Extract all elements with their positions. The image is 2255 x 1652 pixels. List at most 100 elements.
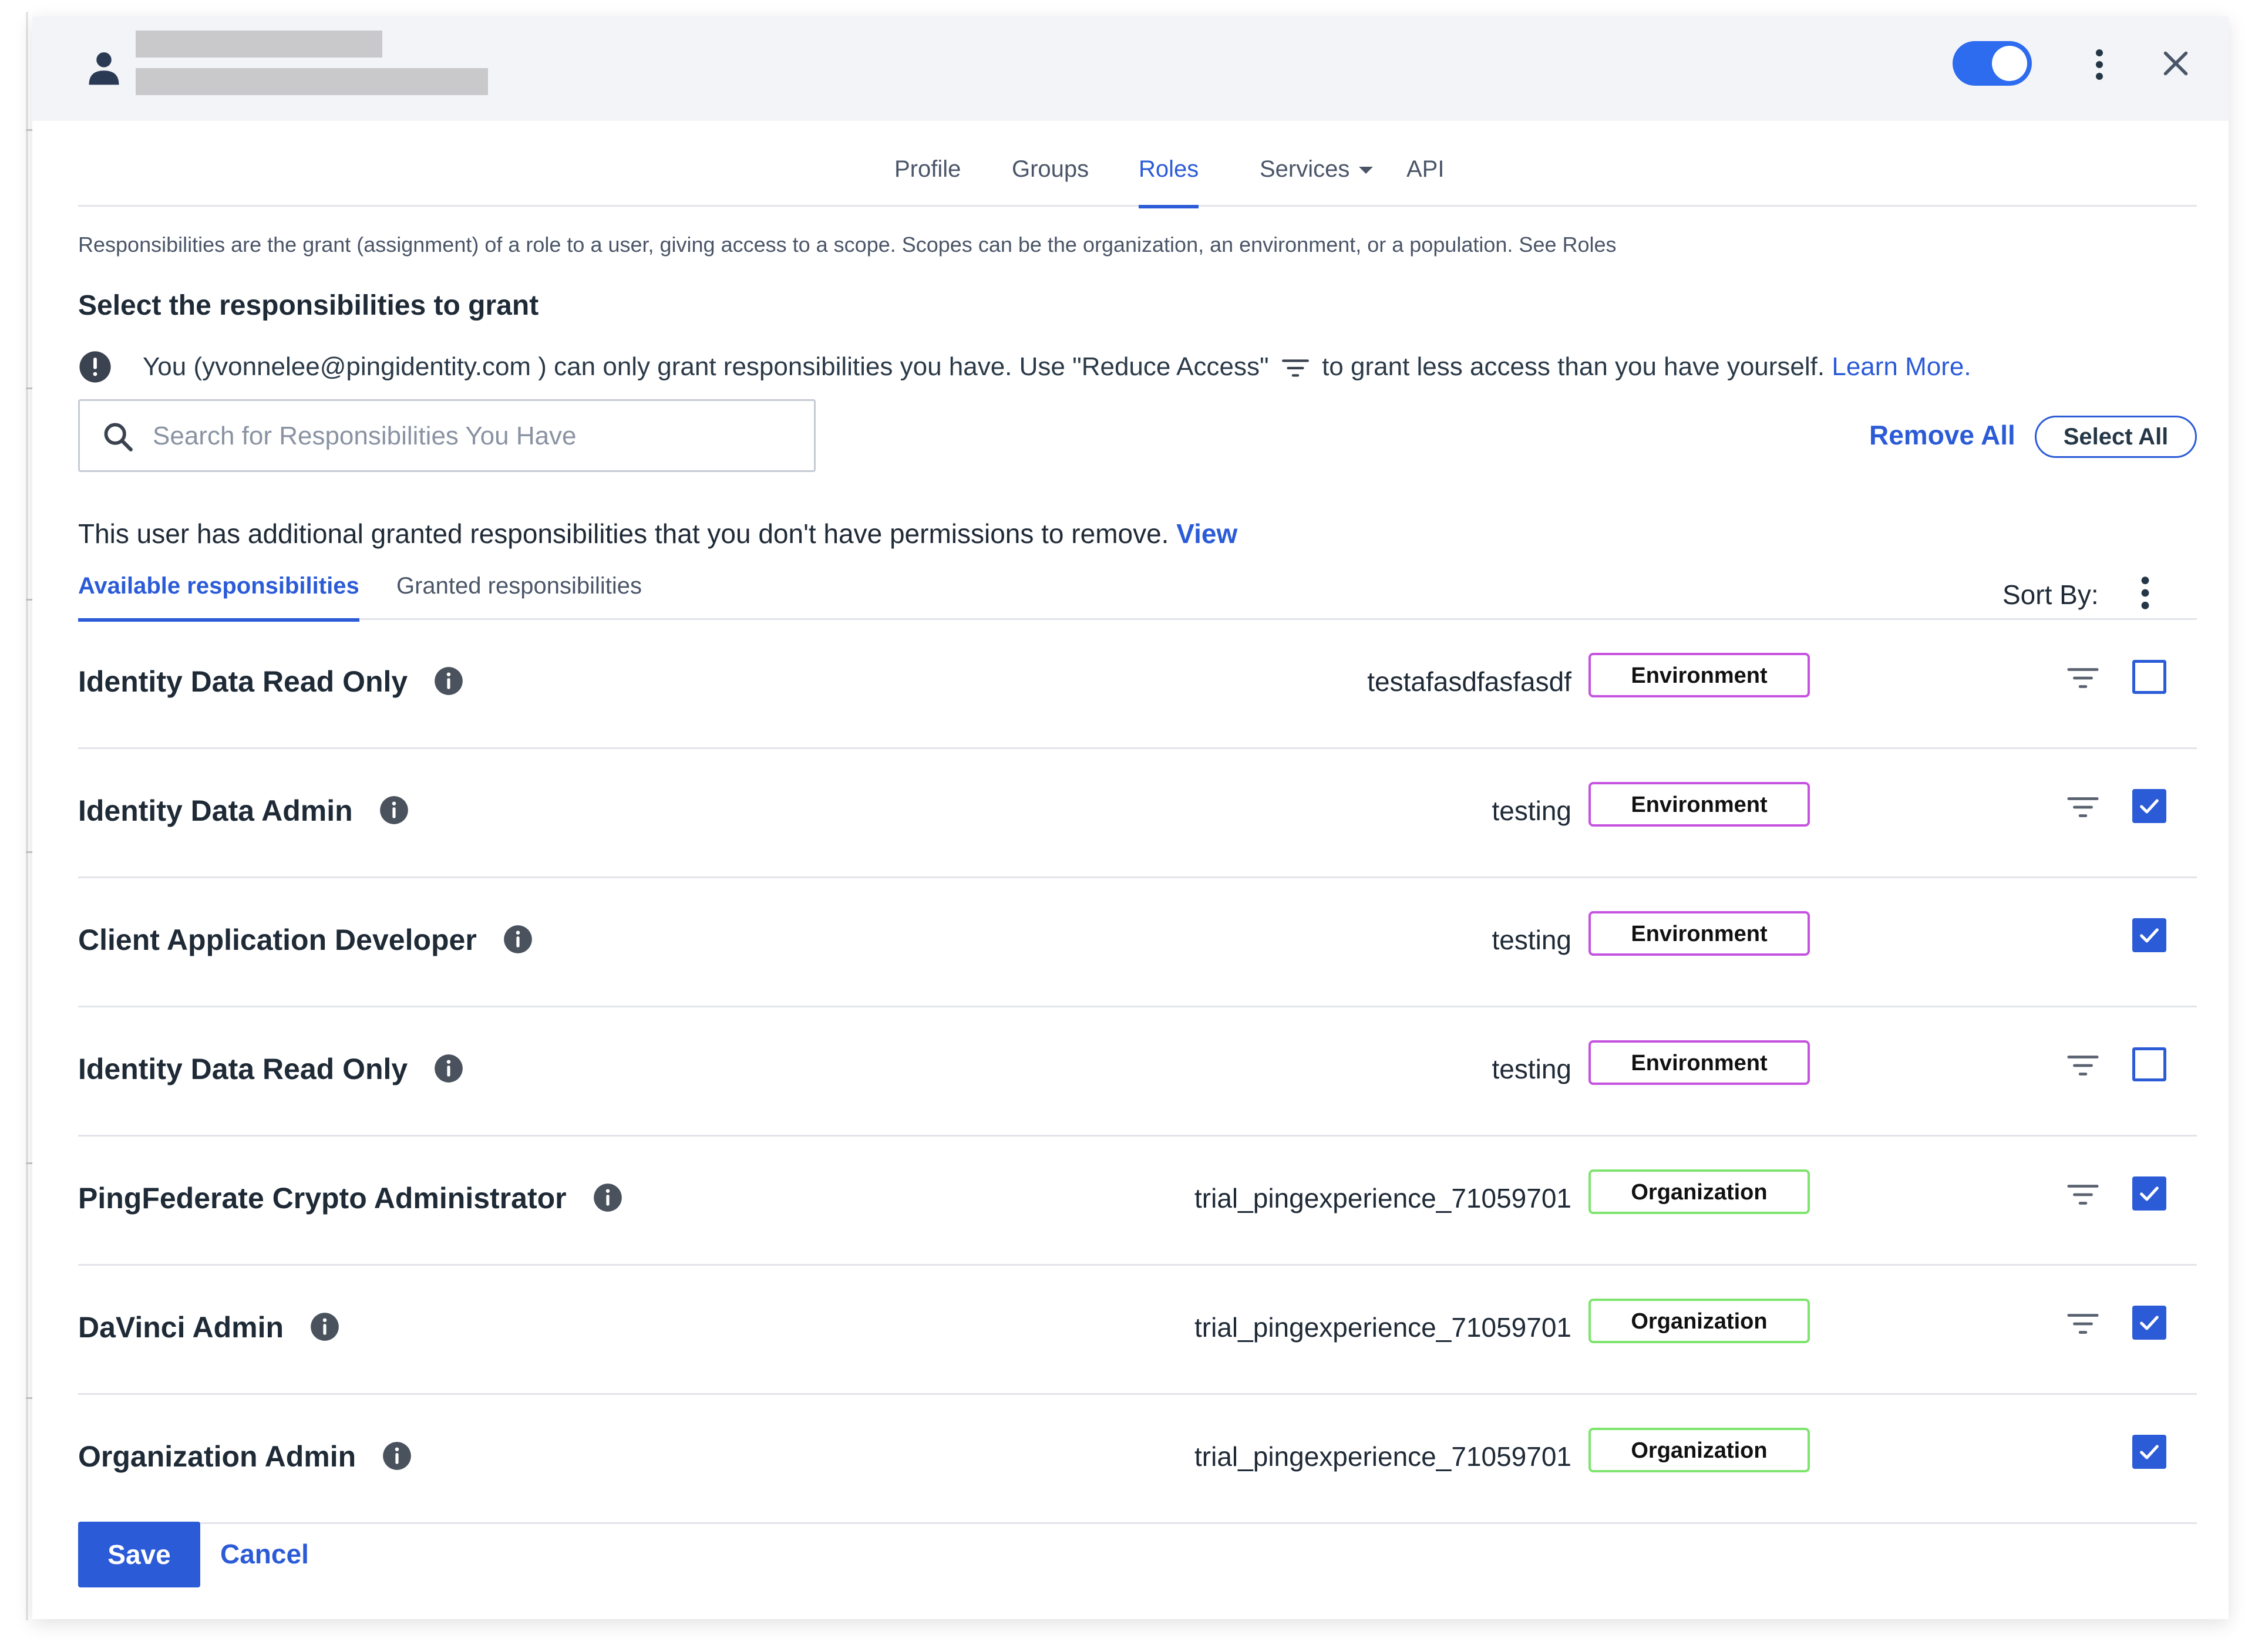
select-all-button[interactable]: Select All (2035, 416, 2197, 458)
responsibility-row: Identity Data Admin testing Environment (78, 749, 2197, 878)
chevron-down-icon (1359, 167, 1374, 174)
scope-name: testing (1492, 1054, 1571, 1084)
info-icon[interactable] (382, 1441, 412, 1471)
reduce-access-filter-icon[interactable] (2066, 1052, 2100, 1079)
scope-type-badge: Environment (1588, 1040, 1810, 1085)
scope-type-badge: Organization (1588, 1169, 1810, 1214)
checkmark-icon (2140, 1186, 2159, 1201)
roles-description: Responsibilities are the grant (assignme… (78, 232, 1617, 257)
redacted-user-email (136, 68, 488, 95)
tab-profile[interactable]: Profile (894, 156, 961, 207)
info-icon[interactable] (433, 1053, 464, 1084)
tab-services-label: Services (1260, 156, 1350, 182)
info-icon[interactable] (309, 1312, 340, 1342)
role-name-label: Organization Admin (78, 1440, 356, 1473)
role-name: Identity Data Admin (78, 794, 409, 828)
responsibility-row: Identity Data Read Only testafasdfasfasdf… (78, 620, 2197, 749)
scope-type-badge: Organization (1588, 1299, 1810, 1343)
responsibility-row: Organization Admin trial_pingexperience_7… (78, 1395, 2197, 1524)
scope-name: trial_pingexperience_71059701 (1194, 1441, 1571, 1472)
learn-more-link[interactable]: Learn More. (1832, 352, 1971, 381)
top-tabs: Profile Groups Roles Services API (78, 121, 2197, 208)
info-icon[interactable] (379, 795, 409, 825)
save-button[interactable]: Save (78, 1522, 200, 1587)
responsibility-tabs: Available responsibilities Granted respo… (78, 566, 2197, 622)
remove-all-button[interactable]: Remove All (1869, 419, 2015, 451)
responsibility-row: Identity Data Read Only testing Environmen… (78, 1007, 2197, 1137)
scope-type-badge: Environment (1588, 911, 1810, 956)
left-edge (0, 0, 33, 1652)
notice-text: This user has additional granted respons… (78, 518, 1169, 549)
edge-line (26, 12, 28, 1620)
role-name: Identity Data Read Only (78, 1052, 464, 1086)
panel-header (32, 16, 2229, 121)
role-name-label: Identity Data Read Only (78, 1053, 408, 1085)
responsibility-row: Client Application Developer testing Envir… (78, 878, 2197, 1007)
checkmark-icon (2140, 928, 2159, 943)
responsibility-checkbox[interactable] (2132, 1306, 2166, 1340)
reduce-access-filter-icon (1281, 359, 1309, 377)
role-name-label: PingFederate Crypto Administrator (78, 1182, 567, 1215)
warning-icon (79, 351, 111, 383)
info-icon[interactable] (433, 666, 464, 696)
grant-warning: You (yvonnelee@pingidentity.com ) can on… (143, 352, 1971, 382)
reduce-access-filter-icon[interactable] (2066, 1310, 2100, 1337)
role-name-label: DaVinci Admin (78, 1311, 284, 1344)
responsibility-checkbox[interactable] (2132, 1435, 2166, 1469)
scope-name: testing (1492, 795, 1571, 826)
search-icon (104, 423, 133, 451)
tab-roles[interactable]: Roles (1139, 156, 1199, 208)
reduce-access-filter-icon[interactable] (2066, 1181, 2100, 1208)
warning-text-before: You (yvonnelee@pingidentity.com ) can on… (143, 352, 1269, 381)
checkmark-icon (2140, 799, 2159, 814)
scope-name: trial_pingexperience_71059701 (1194, 1312, 1571, 1343)
responsibility-checkbox[interactable] (2132, 660, 2166, 694)
search-input[interactable] (152, 419, 797, 454)
role-name: Identity Data Read Only (78, 665, 464, 699)
scope-type-badge: Environment (1588, 653, 1810, 697)
reduce-access-filter-icon[interactable] (2066, 794, 2100, 821)
role-name: Client Application Developer (78, 923, 533, 957)
scope-name: testafasdfasfasdf (1367, 666, 1571, 697)
scope-type-badge: Environment (1588, 782, 1810, 827)
responsibility-row: PingFederate Crypto Administrator trial_p… (78, 1137, 2197, 1266)
search-field (78, 399, 816, 472)
info-icon[interactable] (593, 1182, 623, 1213)
user-roles-panel: Profile Groups Roles Services API Respon… (32, 16, 2229, 1619)
scope-type-badge: Organization (1588, 1428, 1810, 1472)
checkmark-icon (2140, 1445, 2159, 1459)
tab-available-responsibilities[interactable]: Available responsibilities (78, 573, 359, 622)
reduce-access-filter-icon[interactable] (2066, 665, 2100, 692)
user-enabled-toggle[interactable] (1953, 41, 2032, 86)
role-name: PingFederate Crypto Administrator (78, 1181, 623, 1215)
warning-text-after: to grant less access than you have yours… (1322, 352, 1825, 381)
tab-granted-responsibilities[interactable]: Granted responsibilities (396, 573, 642, 620)
section-title: Select the responsibilities to grant (78, 290, 539, 321)
role-name-label: Identity Data Admin (78, 794, 353, 827)
cancel-button[interactable]: Cancel (220, 1538, 309, 1570)
responsibility-checkbox[interactable] (2132, 918, 2166, 952)
toggle-knob (1992, 46, 2027, 81)
close-icon[interactable] (2158, 46, 2193, 81)
responsibility-checkbox[interactable] (2132, 789, 2166, 823)
role-name-label: Client Application Developer (78, 923, 477, 956)
scope-name: trial_pingexperience_71059701 (1194, 1183, 1571, 1213)
sort-menu-icon[interactable] (2136, 574, 2154, 612)
view-link[interactable]: View (1176, 518, 1237, 549)
role-name: DaVinci Admin (78, 1310, 340, 1344)
tab-groups[interactable]: Groups (1012, 156, 1089, 207)
role-name-label: Identity Data Read Only (78, 665, 408, 698)
info-icon[interactable] (503, 924, 533, 955)
kebab-menu-icon[interactable] (2088, 47, 2111, 82)
role-name: Organization Admin (78, 1439, 412, 1474)
user-icon (89, 52, 119, 85)
additional-responsibilities-notice: This user has additional granted respons… (78, 518, 1237, 549)
sort-by-label: Sort By: (2002, 579, 2099, 610)
tab-services[interactable]: Services (1260, 156, 1374, 207)
scope-name: testing (1492, 925, 1571, 955)
responsibility-checkbox[interactable] (2132, 1176, 2166, 1211)
checkmark-icon (2140, 1316, 2159, 1330)
tab-api[interactable]: API (1406, 156, 1444, 207)
responsibility-checkbox[interactable] (2132, 1047, 2166, 1081)
responsibility-row: DaVinci Admin trial_pingexperience_710597… (78, 1266, 2197, 1395)
